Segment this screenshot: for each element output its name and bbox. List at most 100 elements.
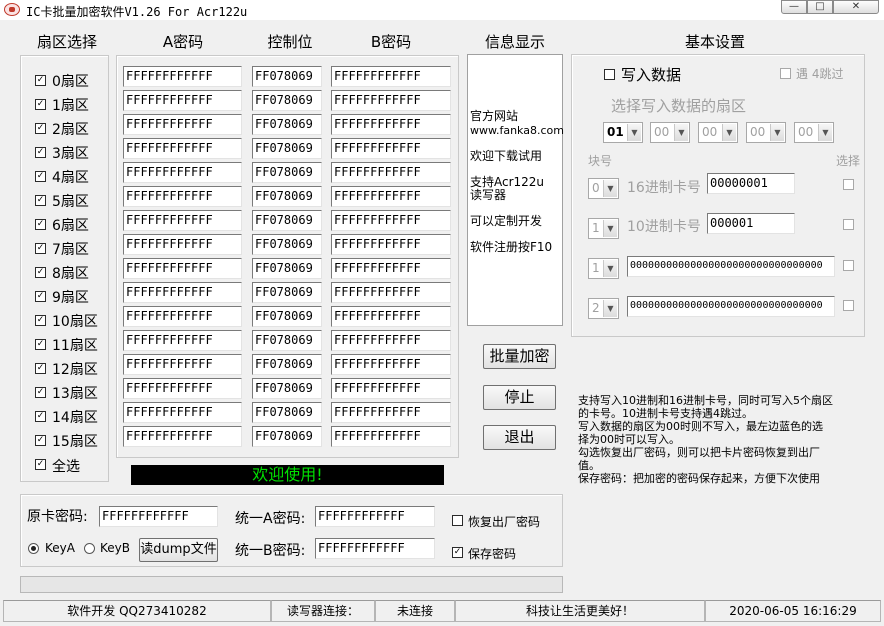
- key-b-radio[interactable]: [84, 543, 95, 554]
- minimize-button[interactable]: —: [781, 0, 807, 14]
- control-bits-input[interactable]: FF078069: [252, 282, 322, 303]
- key-b-input[interactable]: FFFFFFFFFFFF: [331, 426, 451, 447]
- restore-factory-checkbox[interactable]: [452, 515, 463, 526]
- write-sector-combo-3[interactable]: 00 ▼: [698, 122, 738, 143]
- sector-checkbox[interactable]: [35, 243, 46, 254]
- block-combo-dec[interactable]: 1 ▼: [588, 218, 619, 239]
- original-key-label: 原卡密码:: [27, 509, 88, 525]
- key-a-radio[interactable]: [28, 543, 39, 554]
- batch-encrypt-button[interactable]: 批量加密: [483, 344, 556, 369]
- sector-checkbox[interactable]: [35, 219, 46, 230]
- control-bits-input[interactable]: FF078069: [252, 210, 322, 231]
- key-b-input[interactable]: FFFFFFFFFFFF: [331, 378, 451, 399]
- key-b-input[interactable]: FFFFFFFFFFFF: [331, 258, 451, 279]
- control-bits-input[interactable]: FF078069: [252, 402, 322, 423]
- key-b-input[interactable]: FFFFFFFFFFFF: [331, 330, 451, 351]
- write-sector-combo-1[interactable]: 01 ▼: [603, 122, 643, 143]
- sector-checkbox[interactable]: [35, 363, 46, 374]
- key-a-input[interactable]: FFFFFFFFFFFF: [123, 402, 242, 423]
- control-bits-input[interactable]: FF078069: [252, 162, 322, 183]
- data-block-input-2[interactable]: 00000000000000000000000000000000: [627, 296, 835, 317]
- sector-checkbox[interactable]: [35, 387, 46, 398]
- key-a-input[interactable]: FFFFFFFFFFFF: [123, 378, 242, 399]
- sector-checkbox[interactable]: [35, 171, 46, 182]
- key-b-input[interactable]: FFFFFFFFFFFF: [331, 234, 451, 255]
- control-bits-input[interactable]: FF078069: [252, 186, 322, 207]
- key-b-input[interactable]: FFFFFFFFFFFF: [331, 90, 451, 111]
- sector-checkbox[interactable]: [35, 267, 46, 278]
- skip-four-checkbox[interactable]: [780, 68, 791, 79]
- unify-a-input[interactable]: FFFFFFFFFFFF: [315, 506, 435, 527]
- key-b-input[interactable]: FFFFFFFFFFFF: [331, 282, 451, 303]
- close-button[interactable]: ✕: [833, 0, 879, 14]
- control-bits-input[interactable]: FF078069: [252, 90, 322, 111]
- dec-card-input[interactable]: 000001: [707, 213, 795, 234]
- sector-checkbox[interactable]: [35, 195, 46, 206]
- read-dump-button[interactable]: 读dump文件: [139, 538, 218, 562]
- stop-button[interactable]: 停止: [483, 385, 556, 410]
- hex-card-input[interactable]: 00000001: [707, 173, 795, 194]
- sector-checkbox[interactable]: [35, 339, 46, 350]
- key-b-input[interactable]: FFFFFFFFFFFF: [331, 306, 451, 327]
- sector-checkbox[interactable]: [35, 75, 46, 86]
- sector-checkbox[interactable]: [35, 147, 46, 158]
- exit-button[interactable]: 退出: [483, 425, 556, 450]
- block-combo-data-1[interactable]: 1 ▼: [588, 258, 619, 279]
- key-b-input[interactable]: FFFFFFFFFFFF: [331, 210, 451, 231]
- control-bits-input[interactable]: FF078069: [252, 330, 322, 351]
- original-key-input[interactable]: FFFFFFFFFFFF: [99, 506, 218, 527]
- sector-checkbox[interactable]: [35, 435, 46, 446]
- key-a-input[interactable]: FFFFFFFFFFFF: [123, 234, 242, 255]
- unify-b-input[interactable]: FFFFFFFFFFFF: [315, 538, 435, 559]
- control-bits-input[interactable]: FF078069: [252, 354, 322, 375]
- control-bits-input[interactable]: FF078069: [252, 426, 322, 447]
- sector-checkbox[interactable]: [35, 123, 46, 134]
- key-a-input[interactable]: FFFFFFFFFFFF: [123, 138, 242, 159]
- key-b-input[interactable]: FFFFFFFFFFFF: [331, 354, 451, 375]
- key-a-input[interactable]: FFFFFFFFFFFF: [123, 66, 242, 87]
- control-bits-input[interactable]: FF078069: [252, 138, 322, 159]
- key-a-input[interactable]: FFFFFFFFFFFF: [123, 90, 242, 111]
- write-sector-combo-5[interactable]: 00 ▼: [794, 122, 834, 143]
- control-bits-input[interactable]: FF078069: [252, 378, 322, 399]
- select-all-checkbox[interactable]: [35, 459, 46, 470]
- key-a-input[interactable]: FFFFFFFFFFFF: [123, 282, 242, 303]
- write-sector-combo-4[interactable]: 00 ▼: [746, 122, 786, 143]
- key-a-input[interactable]: FFFFFFFFFFFF: [123, 210, 242, 231]
- control-bits-input[interactable]: FF078069: [252, 234, 322, 255]
- maximize-button[interactable]: □: [807, 0, 833, 14]
- key-b-input[interactable]: FFFFFFFFFFFF: [331, 186, 451, 207]
- key-b-input[interactable]: FFFFFFFFFFFF: [331, 66, 451, 87]
- sector-checkbox[interactable]: [35, 291, 46, 302]
- write-data-checkbox[interactable]: [604, 69, 615, 80]
- key-a-input[interactable]: FFFFFFFFFFFF: [123, 330, 242, 351]
- key-b-input[interactable]: FFFFFFFFFFFF: [331, 162, 451, 183]
- data-block-select-checkbox-1[interactable]: [843, 260, 854, 271]
- control-bits-input[interactable]: FF078069: [252, 66, 322, 87]
- key-a-input[interactable]: FFFFFFFFFFFF: [123, 114, 242, 135]
- key-a-input[interactable]: FFFFFFFFFFFF: [123, 426, 242, 447]
- control-bits-input[interactable]: FF078069: [252, 114, 322, 135]
- key-a-input[interactable]: FFFFFFFFFFFF: [123, 258, 242, 279]
- key-b-input[interactable]: FFFFFFFFFFFF: [331, 402, 451, 423]
- key-a-input[interactable]: FFFFFFFFFFFF: [123, 354, 242, 375]
- chevron-down-icon: ▼: [627, 124, 641, 141]
- sector-checkbox[interactable]: [35, 315, 46, 326]
- dec-card-select-checkbox[interactable]: [843, 219, 854, 230]
- sector-checkbox[interactable]: [35, 99, 46, 110]
- key-b-input[interactable]: FFFFFFFFFFFF: [331, 138, 451, 159]
- key-a-input[interactable]: FFFFFFFFFFFF: [123, 306, 242, 327]
- block-combo-hex[interactable]: 0 ▼: [588, 178, 619, 199]
- key-b-input[interactable]: FFFFFFFFFFFF: [331, 114, 451, 135]
- control-bits-input[interactable]: FF078069: [252, 306, 322, 327]
- key-a-input[interactable]: FFFFFFFFFFFF: [123, 186, 242, 207]
- control-bits-input[interactable]: FF078069: [252, 258, 322, 279]
- key-a-input[interactable]: FFFFFFFFFFFF: [123, 162, 242, 183]
- data-block-input-1[interactable]: 00000000000000000000000000000000: [627, 256, 835, 277]
- save-password-checkbox[interactable]: [452, 547, 463, 558]
- block-combo-data-2[interactable]: 2 ▼: [588, 298, 619, 319]
- hex-card-select-checkbox[interactable]: [843, 179, 854, 190]
- write-sector-combo-2[interactable]: 00 ▼: [650, 122, 690, 143]
- sector-checkbox[interactable]: [35, 411, 46, 422]
- data-block-select-checkbox-2[interactable]: [843, 300, 854, 311]
